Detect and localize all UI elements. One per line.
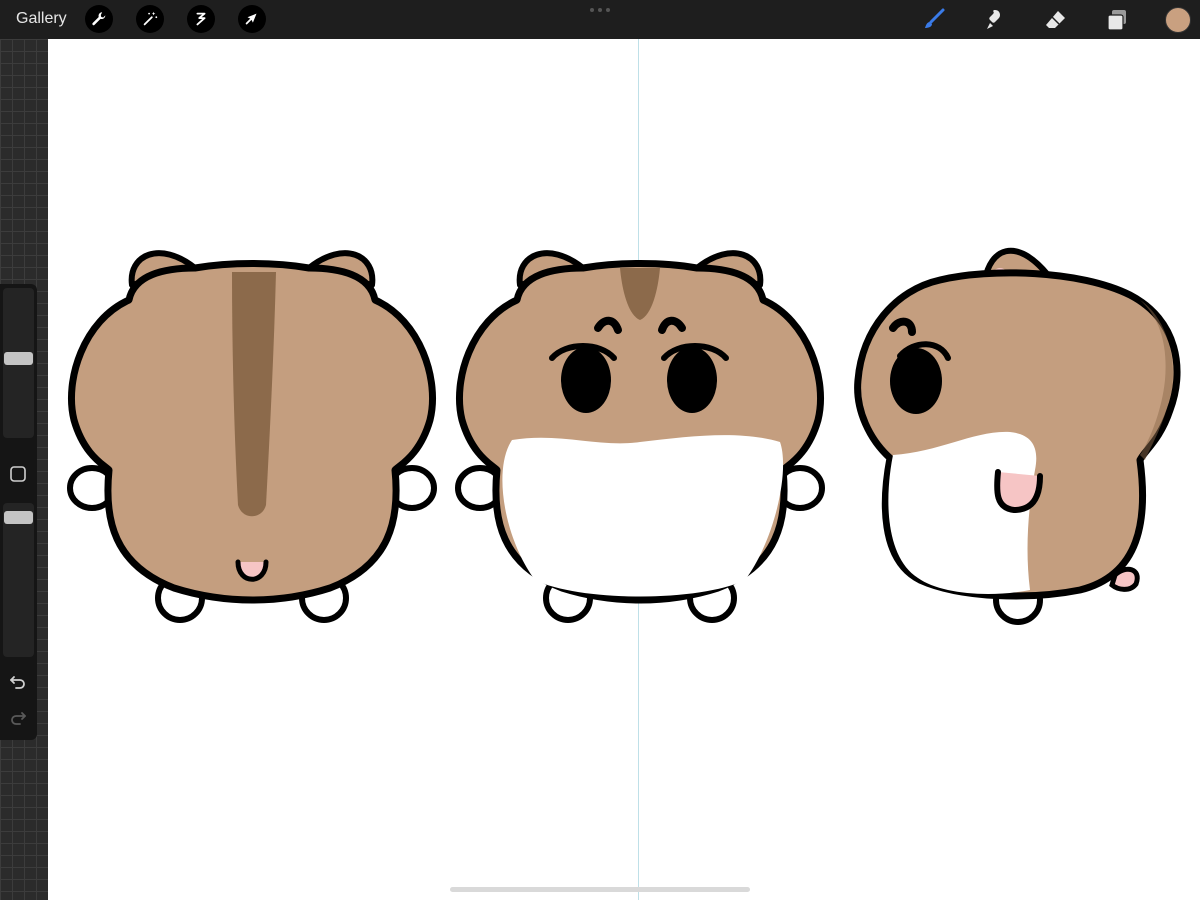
layers-icon [1107,10,1126,31]
redo-icon [11,712,26,725]
gallery-button[interactable]: Gallery [16,10,67,28]
drawing-canvas[interactable] [48,39,1200,900]
eraser-icon [1046,11,1065,28]
magic-wand-icon [143,11,158,26]
redo-button[interactable] [8,708,28,728]
undo-button[interactable] [8,672,28,692]
modify-square-icon [10,466,26,482]
sidebar [0,284,37,740]
hamster-back-view [67,250,437,623]
adjustments-button[interactable] [136,5,164,33]
layers-button[interactable] [1103,6,1131,34]
smudge-tool-button[interactable] [980,6,1008,34]
hamster-artwork [67,247,1181,625]
eraser-tool-button[interactable] [1042,6,1070,34]
modify-button[interactable] [9,465,27,483]
brush-opacity-thumb[interactable] [4,510,33,524]
transform-button[interactable] [238,5,266,33]
hamster-side-view [854,247,1181,625]
top-toolbar: Gallery [0,0,1200,39]
brush-size-slider[interactable] [3,288,34,438]
color-picker-swatch[interactable] [1165,7,1191,33]
actions-button[interactable] [85,5,113,33]
transform-arrow-icon [245,13,257,25]
brush-size-thumb[interactable] [4,352,33,366]
smudge-icon [987,10,1000,29]
toolbar-grab-handle[interactable] [590,8,610,13]
undo-icon [10,676,25,689]
brush-tool-button[interactable] [920,6,948,34]
wrench-icon [92,12,106,26]
brush-opacity-slider[interactable] [3,503,34,657]
selection-button[interactable] [187,5,215,33]
brush-icon [925,8,945,28]
home-indicator[interactable] [450,887,750,892]
hamster-front-view [455,250,825,623]
selection-icon [196,12,206,26]
